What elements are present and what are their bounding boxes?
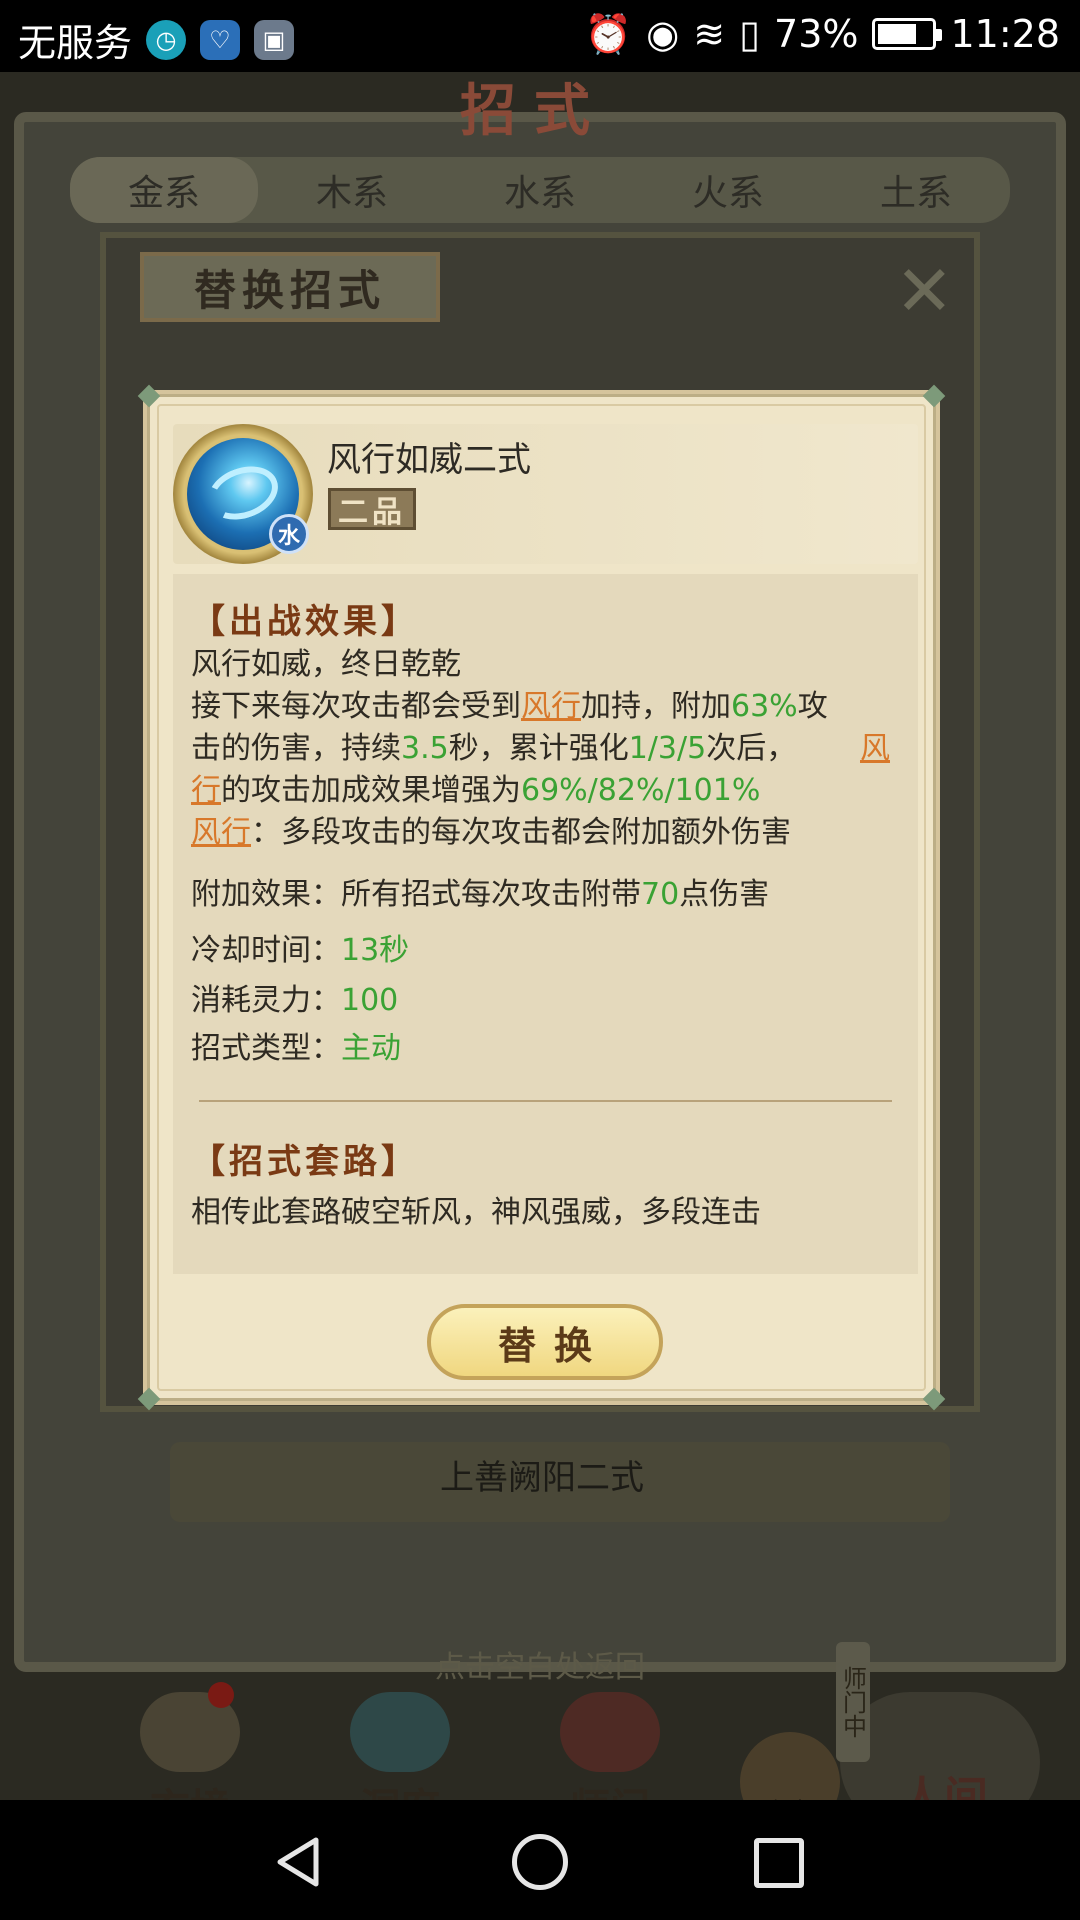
skill-header: 水 风行如威二式 二品 (173, 424, 918, 564)
nav-shimen[interactable]: 师门 (540, 1692, 680, 1800)
nav-xuanjing[interactable]: 玄境 (120, 1692, 260, 1800)
carrier-text: 无服务 (18, 21, 133, 65)
effect-motto: 风行如威，终日乾乾 (191, 647, 461, 682)
keyword-link[interactable]: 行 (191, 773, 221, 808)
banner-icon (560, 1692, 660, 1772)
gallery-app-icon: ▣ (254, 19, 295, 60)
sim-icon: ▯ (739, 12, 761, 56)
nav-xingnang-label: 行囊 (770, 1793, 810, 1800)
skill-description: 【出战效果】 风行如威，终日乾乾 接下来每次攻击都会受到风行加持，附加63%攻 … (173, 574, 918, 1274)
home-icon[interactable] (512, 1834, 568, 1890)
status-left: 无服务 ◷ ♡ ▣ (18, 12, 295, 67)
effect-text: 秒，累计强化 (448, 731, 629, 766)
keyword-link[interactable]: 风 (860, 728, 890, 770)
nav-renjian-label: 人间 (900, 1773, 988, 1800)
stack-values: 1/3/5 (628, 731, 707, 766)
water-element-badge: 水 (269, 514, 309, 554)
nav-dongfu-label: 洞府 (360, 1785, 440, 1800)
wifi-icon: ≋ (693, 12, 726, 56)
effect-section-title: 【出战效果】 (191, 602, 419, 642)
divider (199, 1100, 892, 1102)
cooldown-value: 13秒 (341, 933, 410, 968)
close-icon[interactable]: ✕ (895, 250, 954, 332)
screen: 无服务 ◷ ♡ ▣ ⏰ ◉ ≋ ▯ 73% 11:28 招式 金系 木系 水系 … (0, 0, 1080, 1920)
grade-badge: 二品 (328, 488, 416, 530)
clock-app-icon: ◷ (146, 19, 187, 60)
routine-text: 相传此套路破空斩风，神风强威，多段连击 (191, 1195, 761, 1230)
eye-icon: ◉ (646, 12, 680, 56)
status-right: ⏰ ◉ ≋ ▯ 73% 11:28 (585, 12, 1060, 56)
shimen-status-badge: 师门中 (836, 1642, 870, 1762)
alarm-icon: ⏰ (584, 12, 633, 56)
cost-value: 100 (341, 983, 399, 1018)
tab-earth[interactable]: 土系 (822, 157, 1010, 223)
cost-row: 消耗灵力：100 (191, 980, 900, 1022)
effect-line-4: 行的攻击加成效果增强为69%/82%/101% (191, 770, 900, 812)
cost-label: 消耗灵力： (191, 983, 341, 1018)
effect-text: ：多段攻击的每次攻击都会附加额外伤害 (251, 815, 791, 850)
tab-wood[interactable]: 木系 (258, 157, 446, 223)
element-tabs: 金系 木系 水系 火系 土系 (70, 157, 1010, 223)
damage-percent: 63% (731, 689, 798, 724)
system-nav-bar (0, 1800, 1080, 1920)
routine-section-title: 【招式套路】 (191, 1142, 419, 1182)
list-item-name: 上善阙阳二式 (440, 1458, 644, 1498)
extra-damage-value: 70 (641, 877, 680, 912)
tab-water[interactable]: 水系 (446, 157, 634, 223)
effect-text: 攻 (797, 689, 828, 724)
type-value: 主动 (341, 1031, 401, 1066)
pavilion-icon (350, 1692, 450, 1772)
effect-line-2: 接下来每次攻击都会受到风行加持，附加63%攻 (191, 686, 900, 728)
effect-line-3: 击的伤害，持续3.5秒，累计强化1/3/5次后， 风 (191, 728, 900, 770)
effect-text: 次后， (706, 731, 797, 766)
skill-name: 风行如威二式 (327, 440, 531, 480)
battery-level (878, 24, 917, 44)
health-app-icon: ♡ (200, 19, 241, 60)
notification-dot (208, 1682, 234, 1708)
effect-text: 击的伤害，持续 (191, 731, 401, 766)
battery-percent: 73% (774, 12, 859, 56)
effect-text: 的攻击加成效果增强为 (221, 773, 521, 808)
nav-xuanjing-label: 玄境 (150, 1785, 230, 1800)
type-label: 招式类型： (191, 1031, 341, 1066)
nav-xingnang[interactable]: 行囊 (740, 1732, 840, 1800)
effect-line-5: 风行：多段攻击的每次攻击都会附加额外伤害 (191, 812, 900, 854)
effect-text: 接下来每次攻击都会受到 (191, 689, 521, 724)
extra-effect-text: 点伤害 (679, 877, 770, 912)
status-bar: 无服务 ◷ ♡ ▣ ⏰ ◉ ≋ ▯ 73% 11:28 (0, 0, 1080, 72)
nav-shimen-label: 师门 (570, 1785, 650, 1800)
effect-text: 加持，附加 (581, 689, 731, 724)
extra-effect: 附加效果：所有招式每次攻击附带70点伤害 (191, 874, 900, 916)
bonus-percent-values: 69%/82%/101% (521, 773, 761, 808)
back-icon[interactable] (272, 1834, 328, 1890)
tab-metal[interactable]: 金系 (70, 157, 258, 223)
cooldown-label: 冷却时间： (191, 933, 341, 968)
skill-detail-modal: 水 风行如威二式 二品 【出战效果】 风行如威，终日乾乾 接下来每次攻击都会受到… (137, 384, 946, 1411)
battery-icon (872, 18, 943, 50)
clock-time: 11:28 (950, 12, 1060, 56)
skill-icon-frame: 水 (173, 424, 313, 564)
swirl-icon (200, 457, 286, 529)
background-title: 招式 (460, 78, 608, 144)
replace-panel-title: 替换招式 (140, 252, 440, 322)
type-row: 招式类型：主动 (191, 1028, 900, 1070)
duration-value: 3.5 (401, 731, 449, 766)
nav-dongfu[interactable]: 洞府 (330, 1692, 470, 1800)
keyword-link[interactable]: 风行 (521, 689, 581, 724)
replace-button[interactable]: 替换 (427, 1304, 663, 1380)
keyword-link[interactable]: 风行 (191, 815, 251, 850)
bottom-nav: 玄境 洞府 师门 行囊 人间 师门中 (0, 1642, 1080, 1800)
effect-line-1: 风行如威，终日乾乾 (191, 644, 900, 686)
tab-fire[interactable]: 火系 (634, 157, 822, 223)
recent-apps-icon[interactable] (754, 1838, 804, 1888)
cooldown-row: 冷却时间：13秒 (191, 930, 900, 972)
extra-effect-text: 附加效果：所有招式每次攻击附带 (191, 877, 641, 912)
